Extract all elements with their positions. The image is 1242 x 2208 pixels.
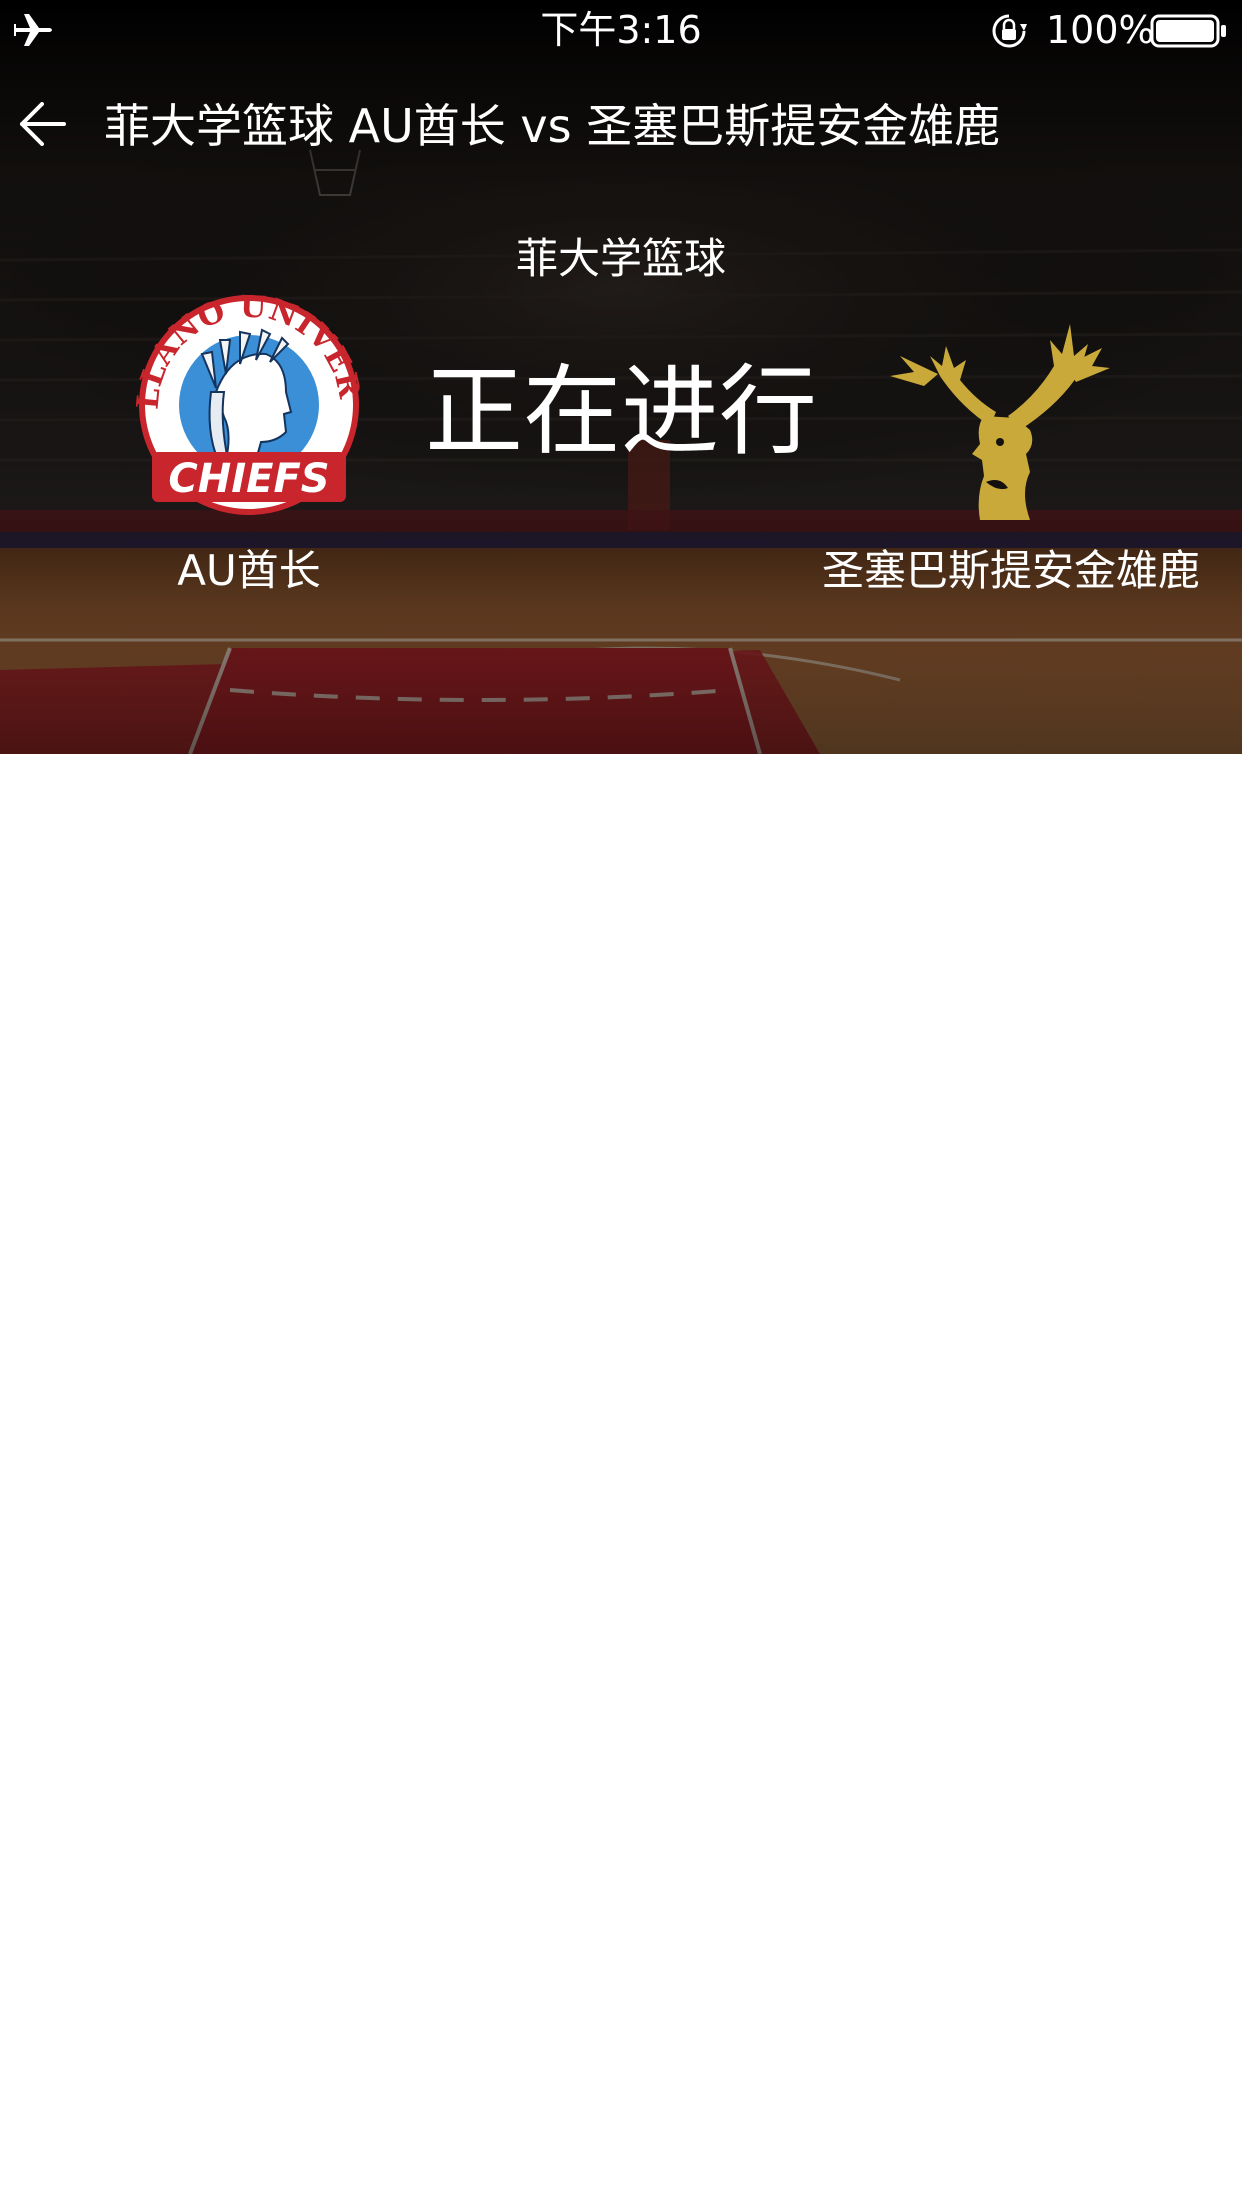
svg-text:CHIEFS: CHIEFS [168, 456, 329, 502]
status-bar: 下午3:16 100% [0, 0, 1242, 60]
home-team-name: AU酋长 [177, 546, 321, 595]
match-content-area [0, 754, 1242, 2208]
back-button[interactable] [14, 96, 70, 152]
battery-icon [1150, 14, 1226, 48]
league-name: 菲大学篮球 [515, 234, 726, 283]
nav-bar: 菲大学篮球 AU酋长 vs 圣塞巴斯提安金雄鹿 [0, 86, 1242, 166]
orientation-lock-icon [992, 14, 1027, 48]
away-team-name: 圣塞巴斯提安金雄鹿 [821, 546, 1200, 595]
page-title: 菲大学篮球 AU酋长 vs 圣塞巴斯提安金雄鹿 [104, 99, 1001, 153]
away-team-logo[interactable] [880, 296, 1110, 520]
match-header: 下午3:16 100% 菲大学篮球 AU酋长 vs 圣塞巴斯提安金雄鹿 菲大学篮… [0, 0, 1242, 754]
battery-percentage: 100% [1046, 8, 1155, 52]
arrow-left-icon [20, 102, 66, 146]
home-team-logo[interactable]: ARELLANO UNIVERSITY CHIEFS [136, 292, 362, 518]
